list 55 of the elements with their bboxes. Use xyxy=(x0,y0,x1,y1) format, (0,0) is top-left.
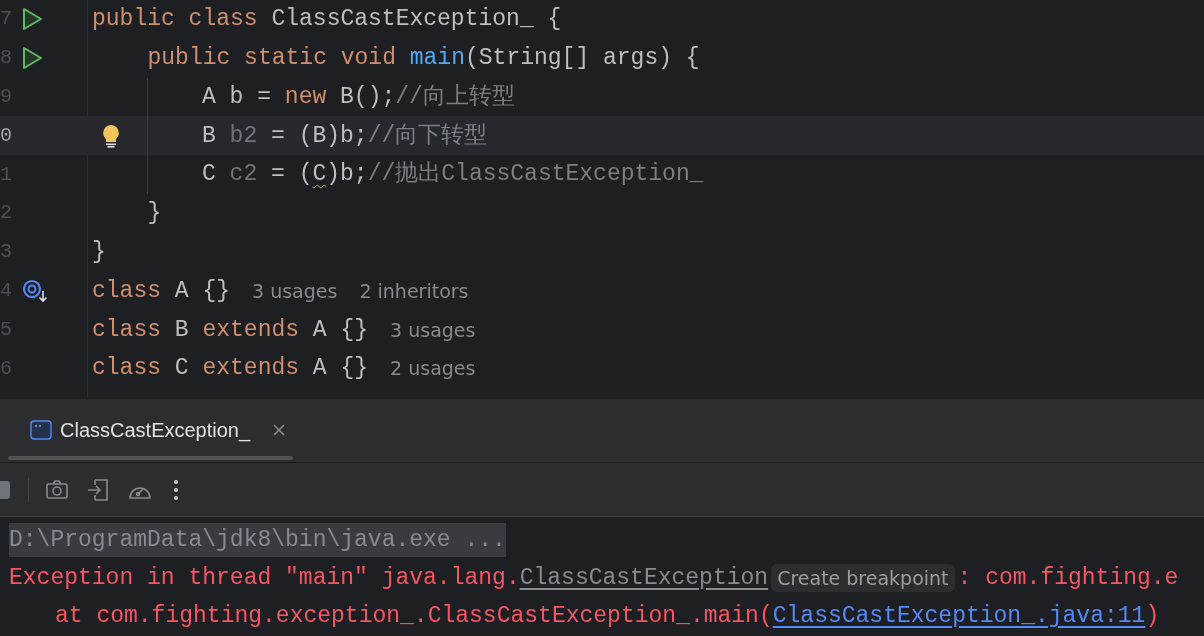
run-tab[interactable]: ClassCastException_ xyxy=(28,410,253,450)
run-icon[interactable] xyxy=(21,7,43,32)
create-breakpoint-hint[interactable]: Create breakpoint xyxy=(771,563,955,593)
error-text: : com.fighting.e xyxy=(957,563,1179,593)
implemented-icon[interactable] xyxy=(21,278,49,303)
class-link[interactable]: ClassCastException xyxy=(519,560,769,596)
code-text: = (B)b; xyxy=(270,121,368,151)
code-comment: //向上转型 xyxy=(395,82,515,112)
camera-icon[interactable] xyxy=(45,478,69,501)
code-text: )b; xyxy=(326,160,368,190)
error-text: at com.fighting.exception_.ClassCastException_.main( xyxy=(55,601,773,631)
line-number: 0 xyxy=(0,122,9,149)
keyword-text: extends xyxy=(202,315,301,345)
code-text: C xyxy=(174,354,190,384)
enter-icon[interactable] xyxy=(87,477,109,502)
keyword-text: new xyxy=(284,82,328,112)
code-comment: //抛出ClassCastException_ xyxy=(367,160,704,190)
code-text: B xyxy=(174,315,190,345)
code-text: = ( xyxy=(270,160,313,190)
code-text: } xyxy=(92,237,106,267)
keyword-text: class xyxy=(92,276,162,306)
command-line-text: D:\ProgramData\jdk8\bin\java.exe ... xyxy=(9,522,506,558)
keyword-text: public class xyxy=(92,5,259,35)
code-text: (String[] args) { xyxy=(464,43,700,73)
keyword-text: class xyxy=(92,315,162,345)
lightbulb-icon[interactable] xyxy=(101,124,121,149)
code-text: } xyxy=(147,199,162,229)
usage-hint: 3 usages xyxy=(252,278,338,304)
usage-hint: 2 inheritors xyxy=(359,278,469,304)
code-text: B(); xyxy=(340,82,396,112)
keyword-text: class xyxy=(92,354,162,384)
error-text: ) xyxy=(1145,601,1160,631)
keyword-text: public static void xyxy=(147,43,397,73)
code-text: C xyxy=(202,160,217,190)
code-text: A {} xyxy=(312,354,369,384)
more-icon[interactable] xyxy=(173,478,179,501)
stop-icon[interactable] xyxy=(0,480,10,499)
code-text: A {} xyxy=(174,276,231,306)
code-text: A b = xyxy=(202,82,272,112)
method-name: main xyxy=(409,43,465,73)
error-text: Exception in thread "main" java.lang. xyxy=(9,563,520,593)
close-icon[interactable] xyxy=(272,423,287,437)
code-text: B xyxy=(202,121,217,151)
unused-variable: b2 xyxy=(229,121,258,151)
warning-text: C xyxy=(312,160,327,190)
usage-hint: 2 usages xyxy=(390,356,476,382)
keyword-text: extends xyxy=(202,354,301,384)
run-icon[interactable] xyxy=(21,46,43,71)
unused-variable: c2 xyxy=(229,160,258,190)
usage-hint: 3 usages xyxy=(390,317,476,343)
code-text: ClassCastException_ { xyxy=(271,5,562,35)
code-text: A {} xyxy=(312,315,369,345)
file-link[interactable]: ClassCastException_.java:11 xyxy=(772,598,1146,634)
code-comment: //向下转型 xyxy=(367,121,488,151)
console-icon xyxy=(30,420,52,440)
